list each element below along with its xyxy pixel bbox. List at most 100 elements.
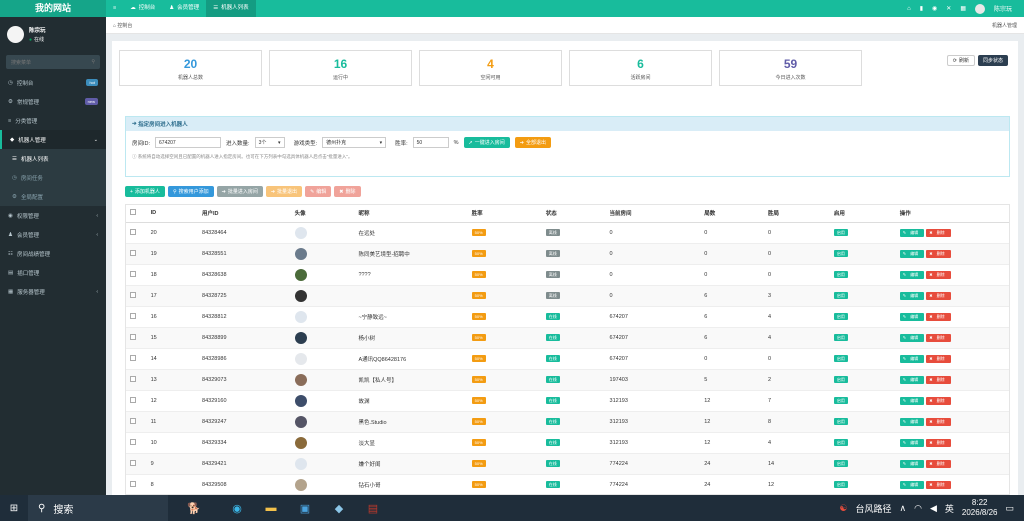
row-delete-button[interactable]: ✖ 删除 xyxy=(926,459,951,468)
row-edit-button[interactable]: ✎ 编辑 xyxy=(899,459,925,468)
top-username[interactable]: 陈宗玩 xyxy=(994,4,1012,13)
trash-icon[interactable]: ▮ xyxy=(920,5,923,12)
table-row[interactable]: 9 84329421 嫌个好闺 50% 在线 774224 24 14 启用 ✎ 编辑 ✖ 删除 xyxy=(126,453,1009,475)
home-icon[interactable]: ⌂ xyxy=(907,6,911,12)
exit-all-button[interactable]: ➔ 全部退出 xyxy=(514,137,551,148)
table-row[interactable]: 11 84329247 黑色.Studio 50% 在线 312193 12 8 启用 ✎ 编辑 ✖… xyxy=(126,411,1009,433)
weather-label[interactable]: 台风路径 xyxy=(855,502,891,515)
enable-toggle[interactable]: 启用 xyxy=(833,291,848,299)
fullscreen-icon[interactable]: ✕ xyxy=(946,5,951,12)
row-checkbox[interactable] xyxy=(130,396,136,403)
sidebar-subitem-2[interactable]: ⚙ 全局配置 xyxy=(0,187,106,206)
breadcrumb-home[interactable]: ⌂ 控制台 xyxy=(113,22,132,29)
column-header[interactable]: ID xyxy=(146,205,199,223)
game-type-select[interactable]: 德州扑克 ▾ xyxy=(322,137,387,148)
row-checkbox[interactable] xyxy=(130,312,136,319)
notification-icon[interactable]: ▭ xyxy=(1005,503,1014,514)
table-row[interactable]: 12 84329160 故渊 50% 在线 312193 12 7 启用 ✎ 编辑 ✖ 删除 xyxy=(126,390,1009,412)
batch-exit-button[interactable]: ➔ 批量退出 xyxy=(265,186,303,197)
row-delete-button[interactable]: ✖ 删除 xyxy=(926,270,951,279)
top-nav-item-0[interactable]: ☁ 控制台 xyxy=(123,0,162,17)
row-edit-button[interactable]: ✎ 编辑 xyxy=(899,249,925,258)
row-checkbox[interactable] xyxy=(130,228,136,235)
add-robot-button[interactable]: + 添加机器人 xyxy=(125,186,165,197)
weather-icon[interactable]: ☯ xyxy=(839,503,847,514)
edit-button[interactable]: ✎ 编辑 xyxy=(305,186,332,197)
sidebar-item-0[interactable]: ◷ 控制台 hot xyxy=(0,73,106,92)
taskbar-clock[interactable]: 8:22 2026/8/26 xyxy=(962,498,998,518)
enable-toggle[interactable]: 启用 xyxy=(833,270,848,278)
sidebar-item-7[interactable]: ▤ 插口管理 xyxy=(0,263,106,282)
row-edit-button[interactable]: ✎ 编辑 xyxy=(899,396,925,405)
search-icon[interactable]: ⚲ xyxy=(91,59,95,65)
app-window-icon[interactable]: ▣ xyxy=(294,498,316,518)
sidebar-item-8[interactable]: ▦ 服务器管理 ‹ xyxy=(0,282,106,301)
row-edit-button[interactable]: ✎ 编辑 xyxy=(899,333,925,342)
row-delete-button[interactable]: ✖ 删除 xyxy=(926,354,951,363)
enable-toggle[interactable]: 启用 xyxy=(833,249,848,257)
enable-toggle[interactable]: 启用 xyxy=(833,480,848,488)
top-nav-item-2[interactable]: ☰ 机器人列表 xyxy=(206,0,256,17)
enter-room-button[interactable]: ➚ 一键进入房间 xyxy=(463,137,510,148)
enable-toggle[interactable]: 启用 xyxy=(833,396,848,404)
row-delete-button[interactable]: ✖ 删除 xyxy=(926,249,951,258)
notes-app-icon[interactable]: ◆ xyxy=(328,498,350,518)
row-checkbox[interactable] xyxy=(130,480,136,487)
row-delete-button[interactable]: ✖ 删除 xyxy=(926,417,951,426)
sidebar-item-5[interactable]: ♟ 会员管理 ‹ xyxy=(0,225,106,244)
sidebar-item-1[interactable]: ⚙ 常规管理 new xyxy=(0,92,106,111)
room-id-input[interactable]: 674207 xyxy=(155,137,222,148)
refresh-button[interactable]: ⟳ 刷新 xyxy=(946,55,975,66)
table-row[interactable]: 14 84328986 A通讯QQ86428176 50% 在线 674207 0 0 启用 ✎ … xyxy=(126,348,1009,370)
volume-icon[interactable]: ◀ xyxy=(930,503,937,514)
table-row[interactable]: 18 84328638???? 50% 离线 0 0 0 启用 ✎ 编辑 ✖ 删除 xyxy=(126,264,1009,286)
sync-status-button[interactable]: 同步状态 xyxy=(977,55,1008,66)
winrar-icon[interactable]: ▤ xyxy=(362,498,384,518)
top-nav-item-1[interactable]: ♟ 会员管理 xyxy=(162,0,206,17)
row-checkbox[interactable] xyxy=(130,354,136,361)
enable-toggle[interactable]: 启用 xyxy=(833,354,848,362)
row-checkbox[interactable] xyxy=(130,459,136,466)
delete-button[interactable]: ✖ 删除 xyxy=(334,186,361,197)
row-checkbox[interactable] xyxy=(130,270,136,277)
grid-icon[interactable]: ▦ xyxy=(960,5,966,12)
row-checkbox[interactable] xyxy=(130,375,136,382)
row-delete-button[interactable]: ✖ 删除 xyxy=(926,480,951,489)
table-row[interactable]: 13 84329073 凯凯【私人号】 50% 在线 197403 5 2 启用 ✎ 编辑 ✖ 删除 xyxy=(126,369,1009,391)
row-checkbox[interactable] xyxy=(130,417,136,424)
table-row[interactable]: 16 84328812 ~宁静致远~ 50% 在线 674207 6 4 启用 ✎ 编辑 ✖ 删除 xyxy=(126,306,1009,328)
batch-enter-button[interactable]: ➔ 批量进入房间 xyxy=(216,186,263,197)
sidebar-search-input[interactable]: 搜索菜单 ⚲ xyxy=(6,55,100,69)
site-brand[interactable]: 我的网站 xyxy=(0,0,106,17)
row-delete-button[interactable]: ✖ 删除 xyxy=(926,438,951,447)
file-explorer-icon[interactable]: ▬ xyxy=(260,498,282,518)
row-edit-button[interactable]: ✎ 编辑 xyxy=(899,375,925,384)
sidebar-subitem-0[interactable]: ☰ 机器人列表 xyxy=(0,149,106,168)
row-checkbox[interactable] xyxy=(130,438,136,445)
enable-toggle[interactable]: 启用 xyxy=(833,333,848,341)
sidebar-item-3[interactable]: ◆ 机器人管理 ⌄ xyxy=(0,130,106,149)
enable-toggle[interactable]: 启用 xyxy=(833,459,848,467)
select-all-checkbox[interactable] xyxy=(130,209,136,216)
row-delete-button[interactable]: ✖ 删除 xyxy=(926,312,951,321)
win-rate-input[interactable]: 50 xyxy=(412,137,449,148)
language-icon[interactable]: ◉ xyxy=(932,5,937,12)
sidebar-subitem-1[interactable]: ◷ 房间任务 xyxy=(0,168,106,187)
enable-toggle[interactable]: 启用 xyxy=(833,417,848,425)
row-checkbox[interactable] xyxy=(130,333,136,340)
table-row[interactable]: 17 84328725 50% 离线 0 6 3 启用 ✎ 编辑 ✖ 删除 xyxy=(126,285,1009,307)
row-delete-button[interactable]: ✖ 删除 xyxy=(926,375,951,384)
row-delete-button[interactable]: ✖ 删除 xyxy=(926,291,951,300)
row-checkbox[interactable] xyxy=(130,249,136,256)
table-row[interactable]: 8 84329508 钻石小哥 50% 在线 774224 24 12 启用 ✎ 编辑 ✖ 删除 xyxy=(126,474,1009,494)
row-edit-button[interactable]: ✎ 编辑 xyxy=(899,417,925,426)
sidebar-item-4[interactable]: ◉ 权限管理 ‹ xyxy=(0,206,106,225)
row-edit-button[interactable]: ✎ 编辑 xyxy=(899,291,925,300)
row-checkbox[interactable] xyxy=(130,291,136,298)
column-header[interactable]: 用户ID xyxy=(198,205,291,223)
tray-up-arrow-icon[interactable]: ∧ xyxy=(900,503,907,514)
table-row[interactable]: 20 84328464 在远处 50% 离线 0 0 0 启用 ✎ 编辑 ✖ 删除 xyxy=(126,222,1009,244)
row-edit-button[interactable]: ✎ 编辑 xyxy=(899,438,925,447)
input-lang-label[interactable]: 英 xyxy=(945,502,954,515)
enable-toggle[interactable]: 启用 xyxy=(833,438,848,446)
